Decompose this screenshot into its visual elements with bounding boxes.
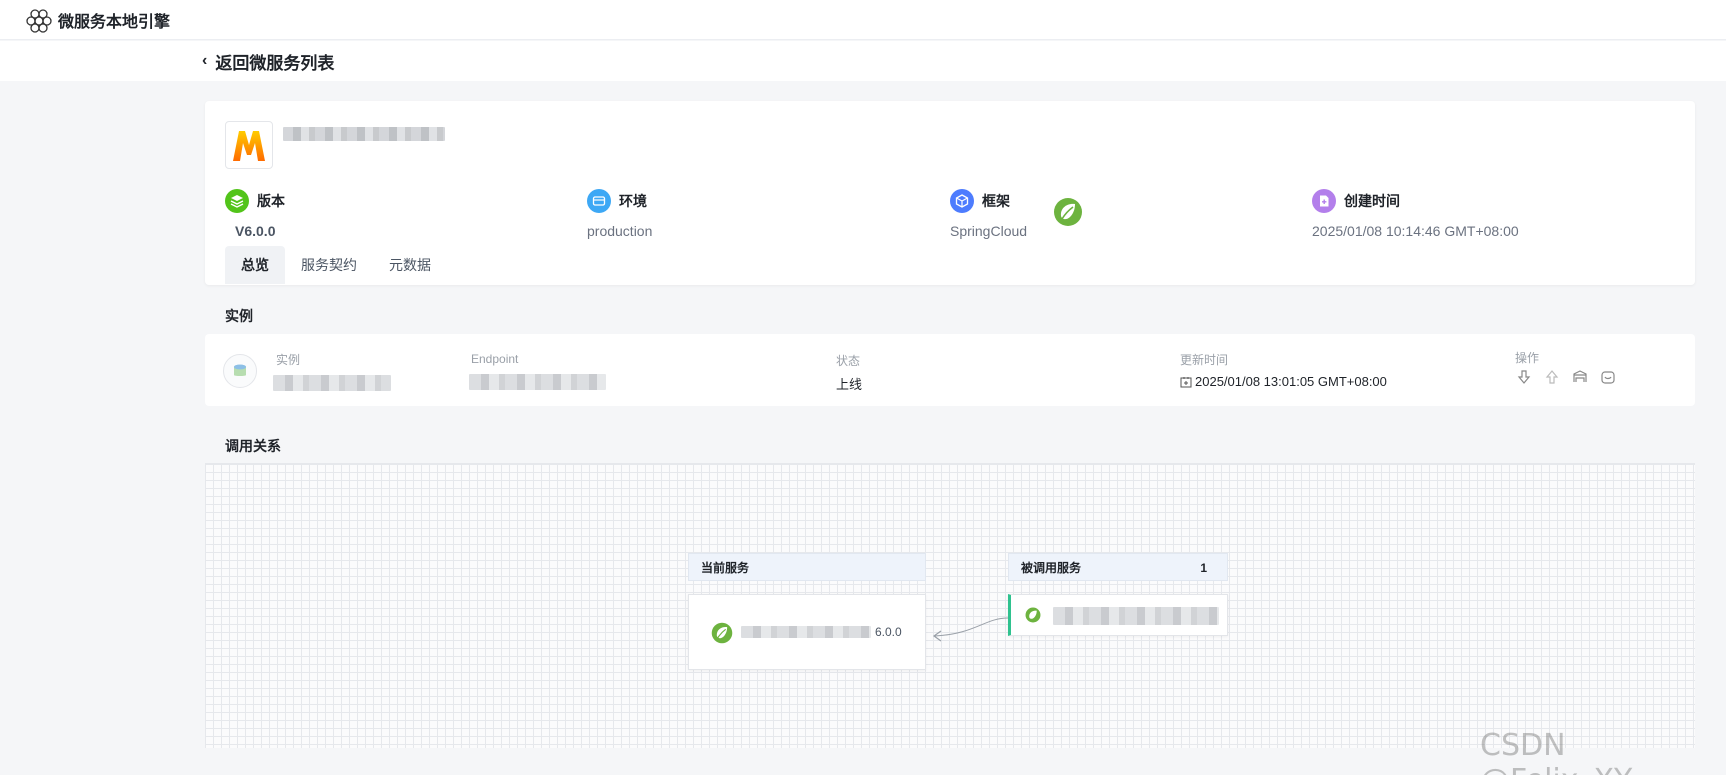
file-add-icon xyxy=(1312,189,1336,213)
current-service-version: 6.0.0 xyxy=(875,625,902,639)
status-value: 上线 xyxy=(836,377,863,392)
instance-id-redacted xyxy=(273,375,391,391)
tab-metadata[interactable]: 元数据 xyxy=(373,246,447,284)
column-header-instance: 实例 xyxy=(276,353,301,367)
environment-icon xyxy=(587,189,611,213)
service-name-redacted xyxy=(283,127,445,141)
column-header-updated: 更新时间 xyxy=(1180,353,1229,367)
chevron-left-icon: ‹ xyxy=(202,52,208,69)
top-bar: 微服务本地引擎 xyxy=(0,0,1726,40)
meta-version: 版本 V6.0.0 xyxy=(225,189,285,239)
cube-icon xyxy=(950,189,974,213)
callee-service-header-label: 被调用服务 xyxy=(1021,561,1082,575)
updated-time: 2025/01/08 13:01:05 GMT+08:00 xyxy=(1180,374,1387,389)
spring-leaf-icon xyxy=(711,622,733,644)
instance-row: 实例 Endpoint 状态 上线 更新时间 2025/01/08 13:01:… xyxy=(205,334,1695,406)
current-service-header: 当前服务 xyxy=(688,553,926,581)
tab-bar: 总览 服务契约 元数据 xyxy=(225,246,447,284)
created-time-value: 2025/01/08 10:14:46 GMT+08:00 xyxy=(1312,223,1519,239)
meta-framework: 框架 SpringCloud xyxy=(950,189,1027,239)
callee-service-name-redacted xyxy=(1053,607,1219,625)
hexagon-cluster-icon xyxy=(26,8,52,33)
offline-icon[interactable] xyxy=(1571,368,1589,386)
service-info-card: 版本 V6.0.0 环境 production 框架 SpringCloud 创… xyxy=(205,101,1695,285)
calendar-icon xyxy=(1180,376,1192,387)
endpoint-redacted xyxy=(469,374,606,390)
meta-label: 版本 xyxy=(257,193,285,209)
watermark-text: CSDN @Felix_XY xyxy=(1480,728,1632,775)
current-service-node[interactable]: 6.0.0 xyxy=(688,594,926,670)
environment-value: production xyxy=(587,223,653,239)
updated-time-value: 2025/01/08 13:01:05 GMT+08:00 xyxy=(1195,374,1387,389)
column-header-status: 状态 xyxy=(836,354,861,368)
callee-service-header: 被调用服务 1 xyxy=(1008,553,1228,581)
current-service-header-label: 当前服务 xyxy=(701,561,750,575)
operation-buttons xyxy=(1515,368,1617,386)
meta-environment: 环境 production xyxy=(587,189,652,239)
meta-label: 框架 xyxy=(982,193,1010,209)
instances-section-title: 实例 xyxy=(225,308,253,324)
meta-label: 创建时间 xyxy=(1344,193,1400,209)
meta-created-time: 创建时间 2025/01/08 10:14:46 GMT+08:00 xyxy=(1312,189,1519,239)
spring-leaf-icon xyxy=(1025,607,1041,623)
version-value: V6.0.0 xyxy=(235,223,276,239)
callee-count: 1 xyxy=(1200,561,1207,575)
relations-section-title: 调用关系 xyxy=(225,438,281,454)
call-edge-arrow xyxy=(932,617,1009,642)
tab-service-contract[interactable]: 服务契约 xyxy=(285,246,373,284)
call-relation-graph[interactable]: 当前服务 6.0.0 被调用服务 1 xyxy=(205,463,1695,748)
tab-overview[interactable]: 总览 xyxy=(225,246,285,284)
m-brand-logo-icon xyxy=(225,121,273,169)
framework-value: SpringCloud xyxy=(950,223,1028,239)
spring-leaf-icon xyxy=(1054,198,1082,226)
database-icon xyxy=(223,354,257,388)
meta-label: 环境 xyxy=(619,193,647,209)
download-icon[interactable] xyxy=(1515,368,1533,386)
column-header-ops: 操作 xyxy=(1515,351,1540,365)
back-to-list-link[interactable]: ‹ 返回微服务列表 xyxy=(0,41,1726,81)
back-label: 返回微服务列表 xyxy=(215,53,335,73)
column-header-endpoint: Endpoint xyxy=(471,352,519,366)
upload-icon[interactable] xyxy=(1543,368,1561,386)
callee-service-node[interactable] xyxy=(1008,594,1228,636)
log-icon[interactable] xyxy=(1599,368,1617,386)
app-title: 微服务本地引擎 xyxy=(58,13,171,31)
layers-icon xyxy=(225,189,249,213)
current-service-name-redacted xyxy=(741,626,871,638)
